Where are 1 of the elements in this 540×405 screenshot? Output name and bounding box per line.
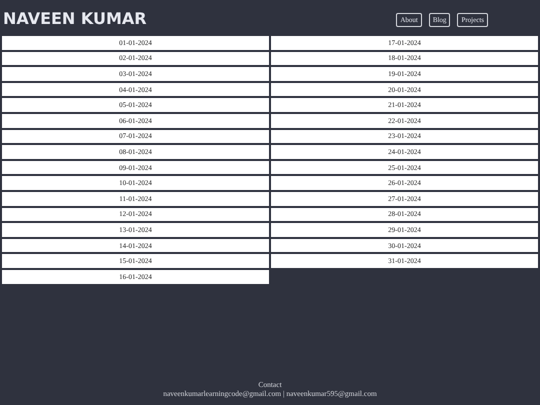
site-title: NAVEEN KUMAR <box>3 8 147 28</box>
